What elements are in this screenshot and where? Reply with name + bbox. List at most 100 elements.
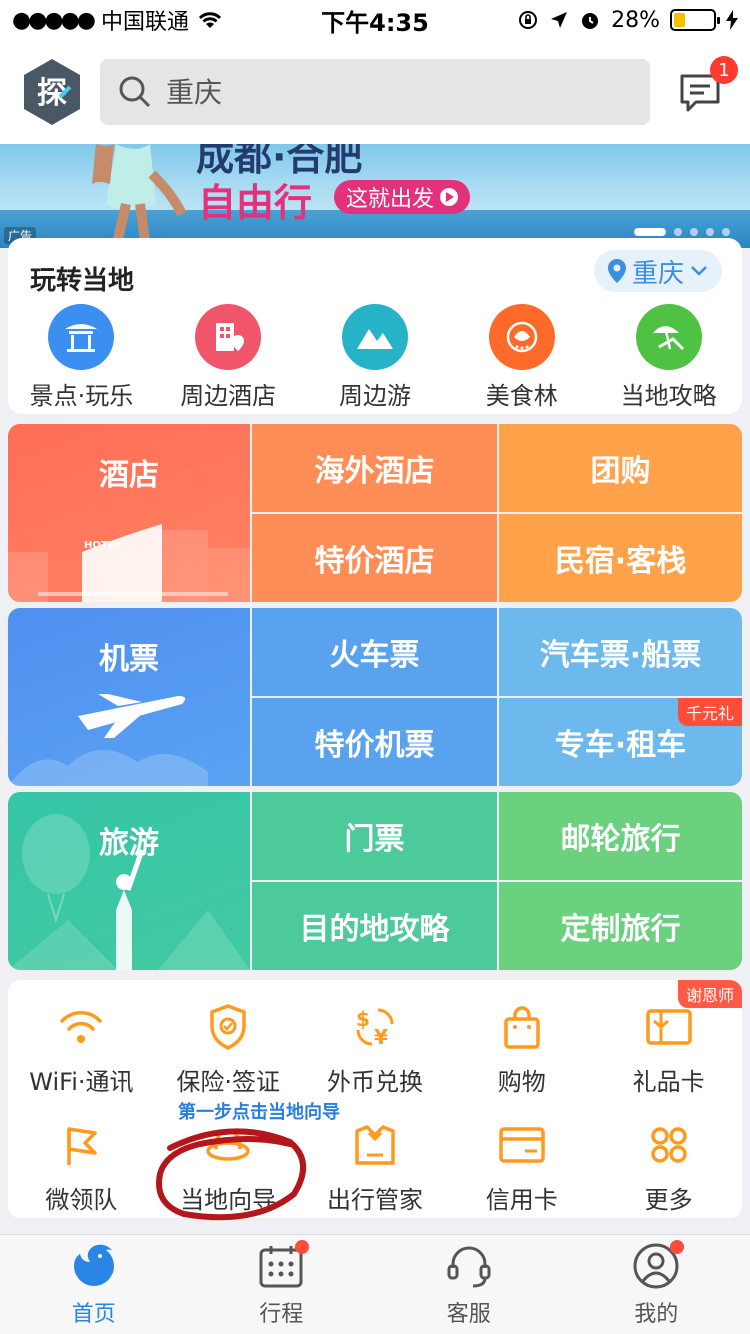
hotel-building-icon bbox=[195, 304, 262, 370]
rotation-lock-icon bbox=[519, 11, 538, 29]
search-bar[interactable] bbox=[100, 59, 650, 125]
svc-label: 礼品卡 bbox=[632, 1068, 705, 1096]
custom-travel-tile[interactable]: 定制旅行 bbox=[499, 882, 742, 970]
signal-icon: ●●●●● bbox=[12, 7, 96, 33]
app-logo[interactable]: 探 bbox=[20, 57, 84, 127]
shopping-bag-icon bbox=[497, 1002, 547, 1052]
tickets-label: 门票 bbox=[344, 822, 405, 857]
bottom-tab-bar: 首页 行程 客服 我的 bbox=[0, 1234, 750, 1334]
homestay-tile[interactable]: 民宿·客栈 bbox=[499, 514, 742, 602]
svc-label: 信用卡 bbox=[485, 1186, 558, 1214]
svc-currency-exchange[interactable]: $ ¥ 外币兑换 bbox=[302, 1002, 449, 1097]
svc-travel-butler[interactable]: 出行管家 bbox=[302, 1120, 449, 1215]
svc-label: 保险·签证 bbox=[176, 1068, 281, 1096]
local-item-food[interactable]: 美食林 bbox=[448, 304, 595, 411]
local-item-attractions[interactable]: 景点·玩乐 bbox=[8, 304, 155, 411]
special-hotel-label: 特价酒店 bbox=[314, 544, 435, 579]
hotel-tile-label: 酒店 bbox=[99, 458, 159, 493]
banner-pager bbox=[634, 228, 730, 236]
pager-dot bbox=[674, 228, 682, 236]
status-bar: ●●●●● 中国联通 下午4:35 28% bbox=[0, 0, 750, 40]
tab-home[interactable]: 首页 bbox=[0, 1235, 188, 1334]
group-buy-label: 团购 bbox=[590, 454, 651, 489]
local-item-label: 景点·玩乐 bbox=[29, 382, 134, 410]
currency-exchange-icon: $ ¥ bbox=[350, 1002, 400, 1052]
flight-tile[interactable]: 机票 bbox=[8, 608, 250, 786]
svc-more[interactable]: 更多 bbox=[595, 1120, 742, 1215]
svc-credit-card[interactable]: 信用卡 bbox=[448, 1120, 595, 1215]
local-item-label: 美食林 bbox=[485, 382, 558, 410]
airplane-illustration bbox=[8, 694, 208, 786]
train-tile[interactable]: 火车票 bbox=[252, 608, 497, 696]
hotel-tile[interactable]: 酒店 HOTEL bbox=[8, 424, 250, 602]
cheap-flight-label: 特价机票 bbox=[314, 728, 435, 763]
clock: 下午4:35 bbox=[321, 8, 429, 37]
group-buy-tile[interactable]: 团购 bbox=[499, 424, 742, 512]
local-item-nearby-tours[interactable]: 周边游 bbox=[302, 304, 449, 411]
tab-customer-service[interactable]: 客服 bbox=[375, 1235, 563, 1334]
tickets-tile[interactable]: 门票 bbox=[252, 792, 497, 880]
battery-icon bbox=[670, 9, 720, 31]
tab-label: 客服 bbox=[446, 1301, 491, 1327]
tab-label: 行程 bbox=[259, 1301, 304, 1327]
svc-label: WiFi·通讯 bbox=[29, 1068, 134, 1096]
local-item-local-guide[interactable]: 当地攻略 bbox=[595, 304, 742, 411]
svc-gift-card[interactable]: 礼品卡 bbox=[595, 1002, 742, 1097]
banner-girl-illustration bbox=[92, 144, 187, 248]
destination-guide-tile[interactable]: 目的地攻略 bbox=[252, 882, 497, 970]
shield-icon bbox=[203, 1002, 253, 1052]
red-circle-annotation bbox=[156, 1128, 306, 1221]
travel-tile[interactable]: 旅游 bbox=[8, 792, 250, 970]
custom-travel-label: 定制旅行 bbox=[560, 912, 681, 947]
hotel-grid: 酒店 HOTEL 海外酒店 团购 特价酒店 民宿·客栈 bbox=[8, 424, 742, 602]
city-label: 重庆 bbox=[631, 258, 684, 289]
bus-ship-tile[interactable]: 汽车票·船票 bbox=[499, 608, 742, 696]
svc-label: 购物 bbox=[497, 1068, 546, 1096]
cheap-flight-tile[interactable]: 特价机票 bbox=[252, 698, 497, 786]
car-rental-label: 专车·租车 bbox=[554, 728, 687, 763]
chevron-down-icon bbox=[691, 266, 707, 276]
banner-title: 自由行 bbox=[198, 181, 313, 225]
search-icon bbox=[119, 76, 151, 108]
butler-icon bbox=[350, 1120, 400, 1170]
bus-ship-label: 汽车票·船票 bbox=[539, 638, 702, 673]
banner-cta-button[interactable]: 这就出发 bbox=[334, 180, 471, 214]
svg-text:HOTEL: HOTEL bbox=[84, 540, 122, 551]
tab-label: 首页 bbox=[71, 1301, 116, 1327]
pavilion-icon bbox=[48, 304, 115, 370]
home-dolphin-icon bbox=[70, 1242, 118, 1290]
svc-label: 外币兑换 bbox=[326, 1068, 423, 1096]
notification-dot bbox=[295, 1239, 310, 1254]
search-input[interactable] bbox=[166, 75, 626, 109]
local-item-label: 当地攻略 bbox=[620, 382, 717, 410]
services-card: 谢恩师 WiFi·通讯 保险·签证 $ ¥ 外币兑换 购物 礼品卡 第一步点击当… bbox=[8, 980, 742, 1218]
svc-shopping[interactable]: 购物 bbox=[448, 1002, 595, 1097]
message-badge: 1 bbox=[710, 56, 738, 84]
promo-banner[interactable]: 成都·合肥 自由行 这就出发 广告 bbox=[0, 144, 750, 248]
cruise-tile[interactable]: 邮轮旅行 bbox=[499, 792, 742, 880]
tab-itinerary[interactable]: 行程 bbox=[188, 1235, 376, 1334]
credit-card-icon bbox=[497, 1120, 547, 1170]
svc-wifi[interactable]: WiFi·通讯 bbox=[8, 1002, 155, 1097]
wifi-icon bbox=[56, 1002, 106, 1052]
overseas-hotel-tile[interactable]: 海外酒店 bbox=[252, 424, 497, 512]
car-rental-tile[interactable]: 专车·租车 千元礼 bbox=[499, 698, 742, 786]
local-item-nearby-hotels[interactable]: 周边酒店 bbox=[155, 304, 302, 411]
calendar-icon bbox=[257, 1239, 310, 1290]
travel-grid: 旅游 门票 邮轮旅行 目的地攻略 定制旅行 bbox=[8, 792, 742, 970]
svc-insurance-visa[interactable]: 保险·签证 bbox=[155, 1002, 302, 1097]
profile-icon bbox=[632, 1239, 685, 1290]
promo-tag: 千元礼 bbox=[677, 698, 742, 726]
beach-chair-icon bbox=[635, 304, 702, 370]
tab-profile[interactable]: 我的 bbox=[563, 1235, 750, 1334]
headset-icon bbox=[445, 1242, 493, 1290]
location-arrow-icon bbox=[551, 12, 568, 28]
city-selector[interactable]: 重庆 bbox=[593, 250, 722, 292]
special-hotel-tile[interactable]: 特价酒店 bbox=[252, 514, 497, 602]
hotel-illustration: HOTEL bbox=[8, 524, 250, 602]
svc-mini-guide[interactable]: 微领队 bbox=[8, 1120, 155, 1215]
notification-dot bbox=[670, 1239, 685, 1254]
pager-dot bbox=[690, 228, 698, 236]
alarm-icon bbox=[582, 13, 599, 29]
messages-button[interactable]: 1 bbox=[678, 56, 738, 114]
